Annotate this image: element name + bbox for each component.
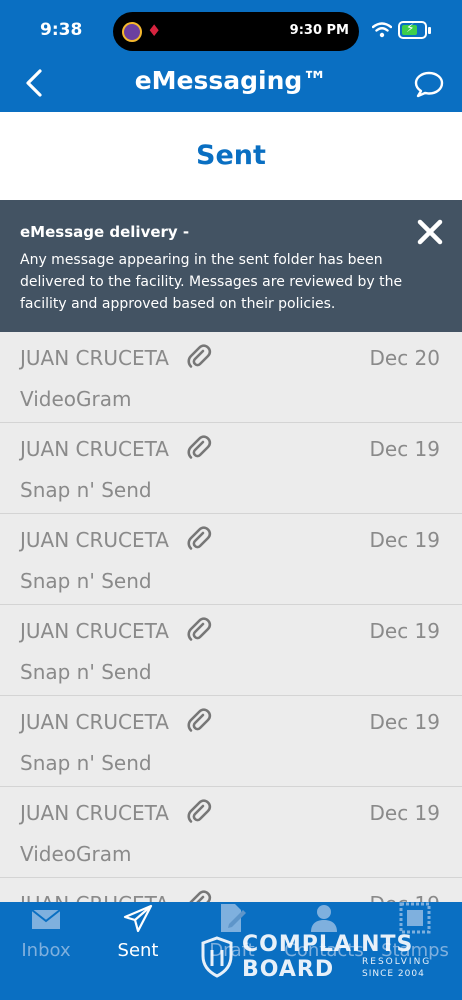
sender-name: JUAN CRUCETA [20, 528, 169, 552]
message-date: Dec 19 [369, 619, 440, 643]
watermark-tag1: RESOLVING [362, 957, 432, 967]
document-edit-icon [221, 904, 246, 932]
message-row[interactable]: JUAN CRUCETA Dec 19 Snap n' Send [0, 605, 462, 696]
paperclip-icon [187, 526, 212, 550]
message-date: Dec 19 [369, 801, 440, 825]
message-subject: Snap n' Send [20, 751, 152, 775]
paperclip-icon [187, 617, 212, 641]
tab-label: Sent [117, 940, 159, 961]
app-title: eMessaging™ [134, 66, 328, 95]
notice-body: Any message appearing in the sent folder… [20, 252, 403, 312]
paperclip-icon [187, 344, 212, 368]
battery-nub [428, 27, 431, 34]
paper-plane-icon [123, 904, 153, 933]
message-subject: VideoGram [20, 842, 132, 866]
paperclip-icon [187, 435, 212, 459]
tab-sent[interactable]: Sent [104, 902, 172, 982]
lakers-logo-icon [122, 22, 142, 42]
wifi-icon [372, 22, 392, 38]
message-row[interactable]: JUAN CRUCETA Dec 20 VideoGram [0, 332, 462, 423]
watermark-tag2: SINCE 2004 [362, 969, 425, 979]
sender-name: JUAN CRUCETA [20, 710, 169, 734]
stamp-icon [399, 902, 431, 934]
message-date: Dec 19 [369, 528, 440, 552]
sender-name: JUAN CRUCETA [20, 619, 169, 643]
message-date: Dec 20 [369, 346, 440, 370]
status-time: 9:38 [40, 20, 83, 40]
sender-name: JUAN CRUCETA [20, 437, 169, 461]
sender-name: JUAN CRUCETA [20, 346, 169, 370]
message-row[interactable]: JUAN CRUCETA Dec 19 Snap n' Send [0, 514, 462, 605]
paperclip-icon [189, 890, 212, 902]
person-icon [311, 905, 337, 932]
message-subject: Snap n' Send [20, 478, 152, 502]
chat-bubble-icon[interactable] [412, 68, 446, 100]
watermark-line1: COMPLAINTS [242, 932, 414, 957]
page-title: Sent [196, 140, 266, 171]
live-activity-time: 9:30 PM [289, 23, 349, 38]
message-subject: Snap n' Send [20, 660, 152, 684]
rockets-logo-icon: ♦ [147, 21, 162, 40]
message-row[interactable]: JUAN CRUCETA Dec 19 [0, 878, 462, 902]
sender-name: JUAN CRUCETA [20, 892, 169, 902]
complaintsboard-watermark: COMPLAINTS BOARD RESOLVING SINCE 2004 [200, 932, 430, 982]
close-icon[interactable] [414, 216, 446, 248]
dynamic-island: ♦ 9:30 PM [113, 12, 359, 51]
message-row[interactable]: JUAN CRUCETA Dec 19 Snap n' Send [0, 423, 462, 514]
notice-title: eMessage delivery - [20, 223, 190, 241]
message-list: JUAN CRUCETA Dec 20 VideoGram JUAN CRUCE… [0, 332, 462, 902]
message-subject: Snap n' Send [20, 569, 152, 593]
message-date: Dec 19 [369, 710, 440, 734]
message-row[interactable]: JUAN CRUCETA Dec 19 VideoGram [0, 787, 462, 878]
paperclip-icon [187, 708, 212, 732]
shield-logo-icon [201, 936, 233, 978]
envelope-icon [31, 909, 61, 929]
message-date: Dec 19 [369, 437, 440, 461]
paperclip-icon [187, 799, 212, 823]
message-subject: VideoGram [20, 387, 132, 411]
watermark-line2: BOARD [242, 957, 335, 982]
tab-label: Inbox [21, 940, 71, 961]
message-row[interactable]: JUAN CRUCETA Dec 19 Snap n' Send [0, 696, 462, 787]
tab-inbox[interactable]: Inbox [10, 902, 82, 982]
battery-icon: ⚡ [398, 21, 427, 39]
message-date: Dec 19 [369, 892, 440, 902]
sender-name: JUAN CRUCETA [20, 801, 169, 825]
